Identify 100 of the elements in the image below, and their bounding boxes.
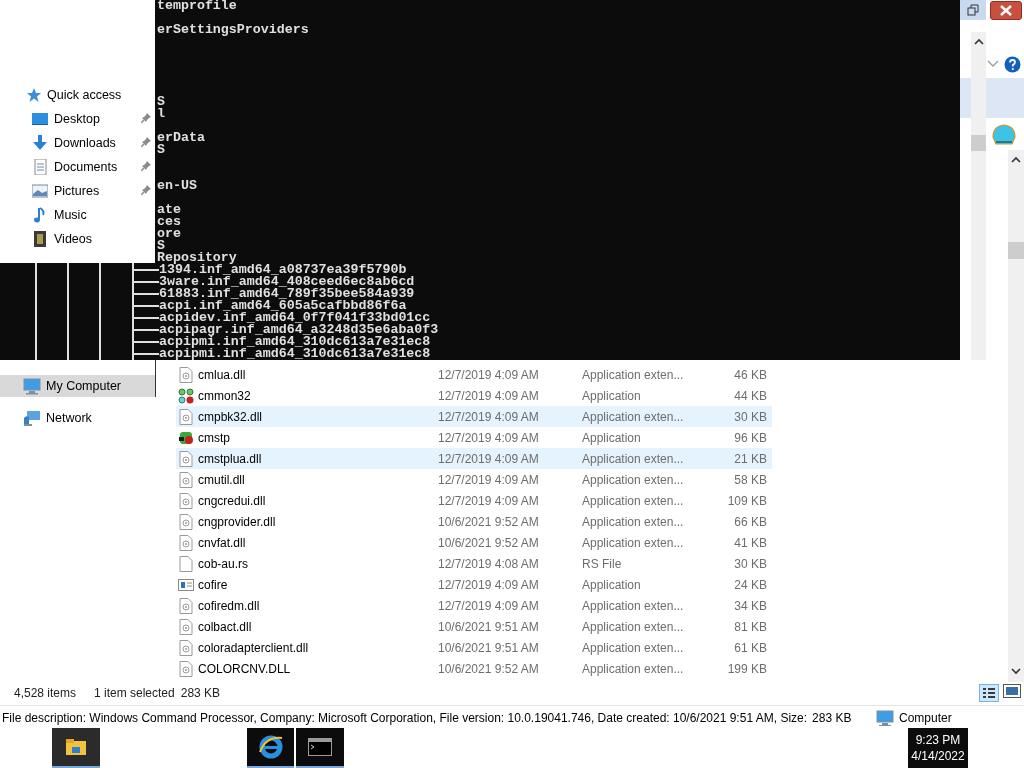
file-row[interactable]: cmstp 12/7/2019 4:09 AM Application 96 KB xyxy=(176,427,772,448)
restore-icon xyxy=(967,4,979,16)
desktop-icon xyxy=(32,111,48,127)
console-line: ate xyxy=(156,204,181,216)
file-size: 46 KB xyxy=(733,367,767,382)
scroll-up-icon[interactable] xyxy=(974,38,984,45)
file-row[interactable]: cmlua.dll 12/7/2019 4:09 AM Application exten... 46 KB xyxy=(176,364,772,385)
monitor-icon xyxy=(23,377,41,395)
scroll-down-icon[interactable] xyxy=(1011,668,1021,675)
nav-item[interactable]: Desktop xyxy=(0,107,155,131)
location-label: Computer xyxy=(899,711,952,725)
file-name: cngprovider.dll xyxy=(198,514,277,529)
file-name: cmstp xyxy=(198,430,231,445)
nav-item[interactable]: Documents xyxy=(0,155,155,179)
details-view-icon[interactable] xyxy=(979,684,999,702)
nav-item[interactable]: Music xyxy=(0,203,155,227)
file-date: 12/7/2019 4:08 AM xyxy=(438,556,540,571)
tree-branch-line xyxy=(132,353,159,355)
scrollbar-thumb[interactable] xyxy=(1008,242,1024,259)
file-row[interactable]: cmstplua.dll 12/7/2019 4:09 AM Application exten... 21 KB xyxy=(176,448,772,469)
dll-file-icon xyxy=(178,597,194,614)
console-line: acpipagr.inf_amd64_a3248d35e6aba0f3 xyxy=(159,324,439,336)
file-name: cmpbk32.dll xyxy=(198,409,264,424)
nav-item[interactable]: Network xyxy=(0,407,155,429)
file-name: colbact.dll xyxy=(198,619,253,634)
star-icon xyxy=(26,87,42,103)
file-date: 12/7/2019 4:09 AM xyxy=(438,388,540,403)
file-row[interactable]: cofire 12/7/2019 4:09 AM Application 24 KB xyxy=(176,574,772,595)
file-size: 96 KB xyxy=(733,430,767,445)
file-date: 10/6/2021 9:51 AM xyxy=(438,640,540,655)
help-icon[interactable] xyxy=(1004,56,1021,73)
console-line: ces xyxy=(156,216,181,228)
file-date: 12/7/2019 4:09 AM xyxy=(438,472,540,487)
taskbar-clock[interactable]: 9:23 PM 4/14/2022 xyxy=(908,728,968,768)
file-name: cofiredm.dll xyxy=(198,598,261,613)
dll-file-icon xyxy=(178,618,194,635)
file-size: 30 KB xyxy=(733,409,767,424)
file-type: Application exten... xyxy=(582,514,685,529)
file-row[interactable]: cofiredm.dll 12/7/2019 4:09 AM Application exten... 34 KB xyxy=(176,595,772,616)
scroll-up-icon[interactable] xyxy=(1011,156,1021,163)
console-line: S xyxy=(156,144,165,156)
colored-dots-icon xyxy=(178,387,194,404)
close-button[interactable] xyxy=(990,1,1022,20)
file-type: RS File xyxy=(582,556,623,571)
file-row[interactable]: cngcredui.dll 12/7/2019 4:09 AM Application exten... 109 KB xyxy=(176,490,772,511)
file-row[interactable]: cnvfat.dll 10/6/2021 9:52 AM Application exten... 41 KB xyxy=(176,532,772,553)
file-description: File description: Windows Command Processor, Company: Microsoft Corporation, File version: 10.0.19041.746, Date created: 10/6/2021 9:51 AM, Size: xyxy=(2,710,808,725)
file-row[interactable]: cmmon32 12/7/2019 4:09 AM Application 44 KB xyxy=(176,385,772,406)
file-date: 12/7/2019 4:09 AM xyxy=(438,598,540,613)
file-type: Application exten... xyxy=(582,640,685,655)
download-arrow-icon xyxy=(32,135,48,151)
console-line: Repository xyxy=(156,252,237,264)
pin-icon[interactable] xyxy=(141,137,151,147)
file-date: 12/7/2019 4:09 AM xyxy=(438,367,540,382)
file-row[interactable]: COLORCNV.DLL 10/6/2021 9:52 AM Application exten... 199 KB xyxy=(176,658,772,679)
file-row[interactable]: cngprovider.dll 10/6/2021 9:52 AM Application exten... 66 KB xyxy=(176,511,772,532)
file-size-value: 283 KB xyxy=(812,710,852,725)
file-row[interactable]: colbact.dll 10/6/2021 9:51 AM Application exten... 81 KB xyxy=(176,616,772,637)
scrollbar-thumb[interactable] xyxy=(971,135,986,151)
file-row[interactable]: coloradapterclient.dll 10/6/2021 9:51 AM Application exten... 61 KB xyxy=(176,637,772,658)
browser-icon xyxy=(257,734,284,760)
nav-item[interactable]: Videos xyxy=(0,227,155,251)
file-type: Application exten... xyxy=(582,661,685,676)
close-icon xyxy=(1000,5,1012,16)
file-name: COLORCNV.DLL xyxy=(198,661,292,676)
taskbar-button[interactable] xyxy=(247,728,294,768)
console-line: S xyxy=(156,96,165,108)
file-type: Application exten... xyxy=(582,472,685,487)
pin-icon[interactable] xyxy=(141,185,151,195)
console-line: l xyxy=(156,108,165,120)
large-icons-view-icon[interactable] xyxy=(1003,684,1021,698)
chevron-down-icon[interactable] xyxy=(987,60,999,68)
console-line: erSettingsProviders xyxy=(156,24,309,36)
restore-button[interactable] xyxy=(960,0,986,20)
nav-item[interactable]: Downloads xyxy=(0,131,155,155)
file-date: 12/7/2019 4:09 AM xyxy=(438,451,540,466)
file-date: 12/7/2019 4:09 AM xyxy=(438,430,540,445)
file-row[interactable]: cmpbk32.dll 12/7/2019 4:09 AM Application exten... 30 KB xyxy=(176,406,772,427)
pin-icon[interactable] xyxy=(141,113,151,123)
nav-item[interactable]: My Computer xyxy=(0,375,155,397)
tree-branch-line xyxy=(132,341,159,343)
console-line: erData xyxy=(156,132,205,144)
file-size: 109 KB xyxy=(726,493,767,508)
pin-icon[interactable] xyxy=(141,161,151,171)
taskbar-button[interactable] xyxy=(52,728,100,768)
file-date: 10/6/2021 9:52 AM xyxy=(438,514,540,529)
dll-file-icon xyxy=(178,471,194,488)
tree-branch-line xyxy=(132,305,159,307)
file-name: cob-au.rs xyxy=(198,556,250,571)
nav-item[interactable]: Pictures xyxy=(0,179,155,203)
file-size: 21 KB xyxy=(733,451,767,466)
nav-item[interactable]: Quick access xyxy=(0,83,155,107)
taskbar-button[interactable] xyxy=(296,728,344,768)
film-icon xyxy=(32,231,48,247)
window-icon xyxy=(178,576,194,593)
file-row[interactable]: cmutil.dll 12/7/2019 4:09 AM Application exten... 58 KB xyxy=(176,469,772,490)
file-type: Application exten... xyxy=(582,367,685,382)
file-date: 12/7/2019 4:09 AM xyxy=(438,577,540,592)
tree-branch-line xyxy=(132,293,159,295)
file-row[interactable]: cob-au.rs 12/7/2019 4:08 AM RS File 30 KB xyxy=(176,553,772,574)
